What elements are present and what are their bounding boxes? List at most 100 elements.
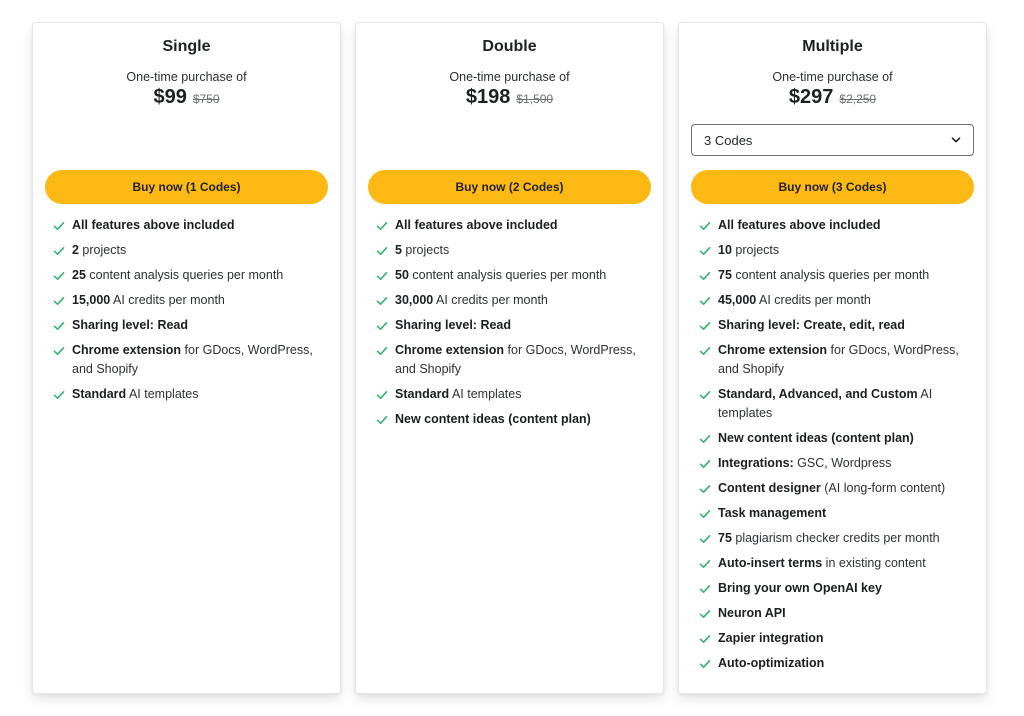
feature-item: Sharing level: Create, edit, read: [699, 316, 968, 335]
codes-select-value: 3 Codes: [704, 132, 753, 148]
feature-highlight: Content designer: [718, 481, 821, 495]
check-icon: [699, 222, 711, 230]
feature-highlight: Task management: [718, 506, 827, 520]
feature-text: Sharing level: Create, edit, read: [718, 316, 905, 335]
feature-highlight: New content ideas (content plan): [718, 431, 914, 445]
check-icon: [699, 660, 711, 668]
plan-card-single: Single One-time purchase of $99 $750 Buy …: [32, 22, 341, 694]
feature-highlight: 5: [395, 243, 402, 257]
check-icon: [699, 585, 711, 593]
feature-highlight: 50: [395, 268, 409, 282]
plan-price: $297: [788, 86, 834, 108]
feature-item: 75 plagiarism checker credits per month: [699, 529, 968, 548]
check-icon: [376, 322, 388, 330]
feature-item: All features above included: [53, 216, 322, 235]
plan-price: $198: [465, 86, 511, 108]
feature-item: 15,000 AI credits per month: [53, 291, 322, 310]
plan-card-double: Double One-time purchase of $198 $1,500 B…: [355, 22, 664, 694]
feature-text: Auto-insert terms in existing content: [718, 554, 926, 573]
feature-text: Standard AI templates: [72, 385, 198, 404]
feature-highlight: Chrome extension: [395, 343, 505, 357]
check-icon: [376, 247, 388, 255]
feature-highlight: All features above included: [718, 218, 881, 232]
check-icon: [53, 272, 65, 280]
feature-text: Chrome extension for GDocs, WordPress, a…: [718, 341, 968, 379]
feature-text: Auto-optimization: [718, 654, 824, 673]
feature-text: Integrations: GSC, Wordpress: [718, 454, 891, 473]
feature-detail: AI credits per month: [110, 293, 225, 307]
feature-item: Auto-insert terms in existing content: [699, 554, 968, 573]
feature-highlight: 2: [72, 243, 79, 257]
feature-list: All features above included 10 projects 75…: [699, 216, 968, 679]
codes-quantity-select[interactable]: 3 Codes: [691, 124, 974, 156]
feature-item: Standard, Advanced, and Custom AI templa…: [699, 385, 968, 423]
feature-text: 50 content analysis queries per month: [395, 266, 606, 285]
feature-highlight: 30,000: [395, 293, 434, 307]
feature-detail: AI templates: [449, 387, 522, 401]
plan-old-price: $750: [192, 92, 220, 106]
feature-detail: AI credits per month: [433, 293, 548, 307]
feature-item: New content ideas (content plan): [376, 410, 645, 429]
feature-highlight: Sharing level: Read: [72, 318, 189, 332]
feature-item: Chrome extension for GDocs, WordPress, a…: [53, 341, 322, 379]
price-row: $297 $2,250: [679, 86, 986, 109]
feature-item: 10 projects: [699, 241, 968, 260]
check-icon: [699, 391, 711, 399]
feature-item: Standard AI templates: [53, 385, 322, 404]
feature-item: 30,000 AI credits per month: [376, 291, 645, 310]
feature-item: 5 projects: [376, 241, 645, 260]
feature-item: All features above included: [376, 216, 645, 235]
feature-detail: content analysis queries per month: [85, 268, 284, 282]
feature-text: 5 projects: [395, 241, 449, 260]
feature-item: Chrome extension for GDocs, WordPress, a…: [699, 341, 968, 379]
feature-text: 45,000 AI credits per month: [718, 291, 871, 310]
plan-price: $99: [153, 86, 187, 108]
feature-highlight: 75: [718, 531, 732, 545]
check-icon: [53, 297, 65, 305]
buy-now-button[interactable]: Buy now (3 Codes): [691, 170, 974, 204]
check-icon: [376, 416, 388, 424]
feature-highlight: Sharing level: Read: [395, 318, 512, 332]
feature-detail: AI templates: [126, 387, 199, 401]
check-icon: [53, 222, 65, 230]
feature-text: Bring your own OpenAI key: [718, 579, 882, 598]
feature-text: All features above included: [718, 216, 881, 235]
feature-item: Bring your own OpenAI key: [699, 579, 968, 598]
feature-detail: content analysis queries per month: [731, 268, 930, 282]
feature-highlight: Chrome extension: [72, 343, 182, 357]
feature-highlight: Standard, Advanced, and Custom: [718, 387, 918, 401]
price-row: $198 $1,500: [356, 86, 663, 109]
feature-text: Standard AI templates: [395, 385, 521, 404]
feature-highlight: 15,000: [72, 293, 111, 307]
check-icon: [376, 297, 388, 305]
feature-detail: projects: [78, 243, 127, 257]
feature-highlight: Chrome extension: [718, 343, 828, 357]
check-icon: [699, 510, 711, 518]
check-icon: [376, 272, 388, 280]
feature-detail: projects: [731, 243, 780, 257]
plan-card-multiple: Multiple One-time purchase of $297 $2,250…: [678, 22, 987, 694]
feature-highlight: Zapier integration: [718, 631, 824, 645]
feature-item: Neuron API: [699, 604, 968, 623]
buy-now-button[interactable]: Buy now (1 Codes): [45, 170, 328, 204]
feature-highlight: Standard: [395, 387, 450, 401]
feature-highlight: All features above included: [395, 218, 558, 232]
feature-item: 45,000 AI credits per month: [699, 291, 968, 310]
feature-item: Sharing level: Read: [53, 316, 322, 335]
check-icon: [376, 391, 388, 399]
feature-highlight: Integrations:: [718, 456, 794, 470]
check-icon: [53, 322, 65, 330]
feature-detail: plagiarism checker credits per month: [731, 531, 940, 545]
feature-detail: in existing content: [822, 556, 926, 570]
check-icon: [376, 222, 388, 230]
feature-detail: GSC, Wordpress: [793, 456, 892, 470]
feature-text: All features above included: [72, 216, 235, 235]
check-icon: [699, 485, 711, 493]
feature-detail: projects: [401, 243, 450, 257]
feature-text: Content designer (AI long-form content): [718, 479, 945, 498]
feature-item: Task management: [699, 504, 968, 523]
feature-item: 75 content analysis queries per month: [699, 266, 968, 285]
feature-item: Auto-optimization: [699, 654, 968, 673]
buy-now-button[interactable]: Buy now (2 Codes): [368, 170, 651, 204]
feature-highlight: 75: [718, 268, 732, 282]
